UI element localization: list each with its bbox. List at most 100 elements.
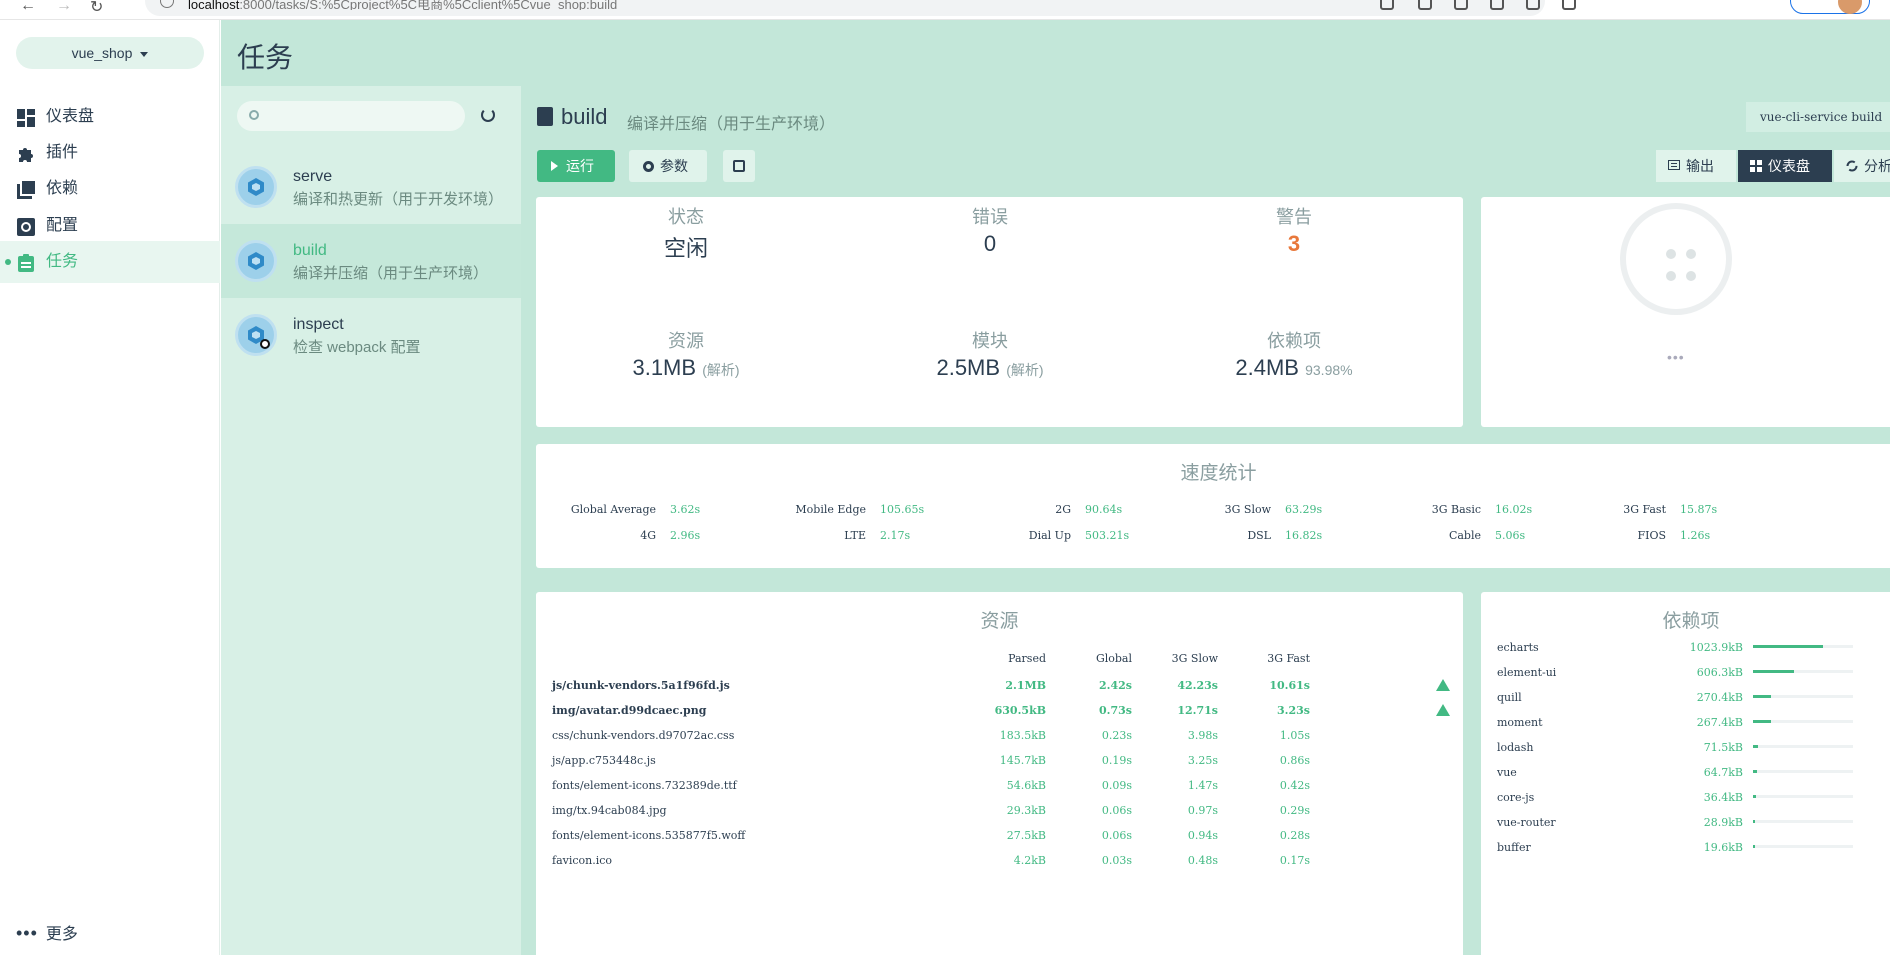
size-bar-fill <box>1753 845 1755 848</box>
list-item: core-js 36.4kB <box>1481 791 1881 816</box>
list-item: buffer 19.6kB <box>1481 841 1881 866</box>
task-item-serve[interactable]: serve 编译和热更新（用于开发环境） <box>221 150 521 224</box>
open-external-button[interactable] <box>723 150 755 182</box>
reload-icon[interactable]: ↻ <box>90 0 103 17</box>
extension-icon[interactable] <box>1380 0 1394 10</box>
table-row: favicon.ico 4.2kB 0.03s 0.48s 0.17s <box>552 854 1310 867</box>
assets-card: 资源 Parsed Global 3G Slow 3G Fast js/chun… <box>536 592 1463 955</box>
list-item: vue 64.7kB <box>1481 766 1881 791</box>
clipboard-icon <box>537 107 553 126</box>
run-button[interactable]: 运行 <box>537 150 615 182</box>
puzzle-icon <box>19 148 33 162</box>
modules-stat: 模块 2.5MB (解析) <box>936 331 1044 380</box>
assets-stat: 资源 3.1MB (解析) <box>632 331 740 380</box>
warning-icon <box>1436 679 1450 691</box>
dashboard-icon <box>1750 160 1762 172</box>
webpack-inspect-icon <box>235 314 277 356</box>
table-row: fonts/element-icons.535877f5.woff 27.5kB 0… <box>552 829 1310 842</box>
list-item: element-ui 606.3kB <box>1481 666 1881 691</box>
dashboard-icon <box>17 109 35 127</box>
size-bar <box>1753 795 1853 798</box>
warnings-stat: 警告 3 <box>1276 207 1312 256</box>
size-bar-fill <box>1753 795 1756 798</box>
external-link-icon <box>733 160 745 172</box>
pie-placeholder <box>1620 203 1732 315</box>
speed-card: 速度统计 Global Average 3.62s Mobile Edge 105.6… <box>536 444 1890 568</box>
task-description: 编译并压缩（用于生产环境） <box>627 116 836 133</box>
command-chip: vue-cli-service build <box>1746 102 1890 132</box>
extension-icon[interactable] <box>1490 0 1504 10</box>
output-icon <box>1668 160 1680 170</box>
table-row: fonts/element-icons.732389de.ttf 54.6kB 0.… <box>552 779 1310 792</box>
size-bar-fill <box>1753 820 1755 823</box>
back-icon[interactable]: ← <box>20 0 36 15</box>
tab-dashboard[interactable]: 仪表盘 <box>1738 150 1832 182</box>
search-icon <box>249 110 259 120</box>
table-row: css/chunk-vendors.d97072ac.css 183.5kB 0.2… <box>552 729 1310 742</box>
sidebar-more[interactable]: ••• 更多 <box>16 920 78 944</box>
size-bar <box>1753 845 1853 848</box>
size-bar-fill <box>1753 770 1757 773</box>
size-bar <box>1753 670 1853 673</box>
size-bar <box>1753 820 1853 823</box>
extension-icon[interactable] <box>1562 0 1576 10</box>
refresh-icon[interactable] <box>481 108 495 122</box>
size-bar-fill <box>1753 720 1771 723</box>
sidebar-item-dependencies[interactable]: 依赖 <box>0 168 220 210</box>
play-icon <box>551 161 558 171</box>
warning-icon <box>1436 704 1450 716</box>
table-row: js/app.c753448c.js 145.7kB 0.19s 3.25s 0.86s <box>552 754 1310 767</box>
task-list: serve 编译和热更新（用于开发环境） build 编译并压缩（用于生产环境）… <box>221 86 521 955</box>
forward-icon[interactable]: → <box>56 0 72 15</box>
tab-output[interactable]: 输出 <box>1656 150 1736 182</box>
size-bar-fill <box>1753 745 1758 748</box>
webpack-icon <box>235 166 277 208</box>
extension-icon[interactable] <box>1418 0 1432 10</box>
dependencies-title: 依赖项 <box>1662 611 1720 632</box>
project-name: vue_shop <box>71 45 133 61</box>
extension-icon[interactable] <box>1526 0 1540 10</box>
search-input[interactable] <box>237 101 465 131</box>
gear-icon <box>643 161 654 172</box>
browser-toolbar: ← → ↻ localhost:8000/tasks/S:%5Cproject%… <box>0 0 1890 20</box>
analyze-icon <box>1846 160 1858 172</box>
caret-down-icon <box>140 51 149 57</box>
size-bar <box>1753 645 1853 648</box>
active-indicator <box>5 259 11 265</box>
sidebar: vue_shop 仪表盘 插件 依赖 配置 任务 ••• 更多 <box>0 20 220 955</box>
size-bar-fill <box>1753 670 1794 673</box>
tab-analyze[interactable]: 分析 <box>1834 150 1890 182</box>
table-row: js/chunk-vendors.5a1f96fd.js 2.1MB 2.42s 42… <box>536 679 1466 705</box>
url-text: localhost:8000/tasks/S:%5Cproject%5C电商%5… <box>188 0 618 10</box>
size-bar-fill <box>1753 695 1771 698</box>
more-icon: ••• <box>16 923 38 943</box>
table-row: img/tx.94cab084.jpg 29.3kB 0.06s 0.97s 0.29s <box>552 804 1310 817</box>
settings-icon <box>17 218 35 236</box>
status-stat: 状态 空闲 <box>663 207 708 261</box>
params-button[interactable]: 参数 <box>629 150 707 182</box>
size-bar <box>1753 745 1853 748</box>
speed-title: 速度统计 <box>1180 463 1257 484</box>
list-item: quill 270.4kB <box>1481 691 1881 716</box>
errors-stat: 错误 0 <box>972 207 1008 256</box>
task-item-build[interactable]: build 编译并压缩（用于生产环境） <box>221 224 521 298</box>
stats-card: 状态 空闲 错误 0 警告 3 资源 3.1MB (解析) 模块 2.5MB (… <box>536 197 1463 427</box>
task-title: build <box>537 104 607 130</box>
task-item-inspect[interactable]: inspect 检查 webpack 配置 <box>221 298 521 372</box>
webpack-icon <box>235 240 277 282</box>
assets-title: 资源 <box>980 611 1019 632</box>
extension-icon[interactable] <box>1454 0 1468 10</box>
clipboard-icon <box>18 254 34 272</box>
list-item: lodash 71.5kB <box>1481 741 1881 766</box>
pie-card: ••• <box>1481 197 1890 427</box>
page-header: 任务 <box>221 20 1890 86</box>
table-row: img/avatar.d99dcaec.png 630.5kB 0.73s 12.71… <box>536 704 1466 730</box>
dependencies-card: 依赖项 echarts 1023.9kB element-ui 606.3kB quil… <box>1481 592 1890 955</box>
dependencies-stat: 依赖项 2.4MB 93.98% <box>1235 331 1353 380</box>
library-icon <box>17 181 35 199</box>
more-icon[interactable]: ••• <box>1667 349 1685 365</box>
project-select[interactable]: vue_shop <box>16 37 204 69</box>
sidebar-item-tasks[interactable]: 任务 <box>0 241 220 283</box>
size-bar <box>1753 695 1853 698</box>
size-bar <box>1753 770 1853 773</box>
